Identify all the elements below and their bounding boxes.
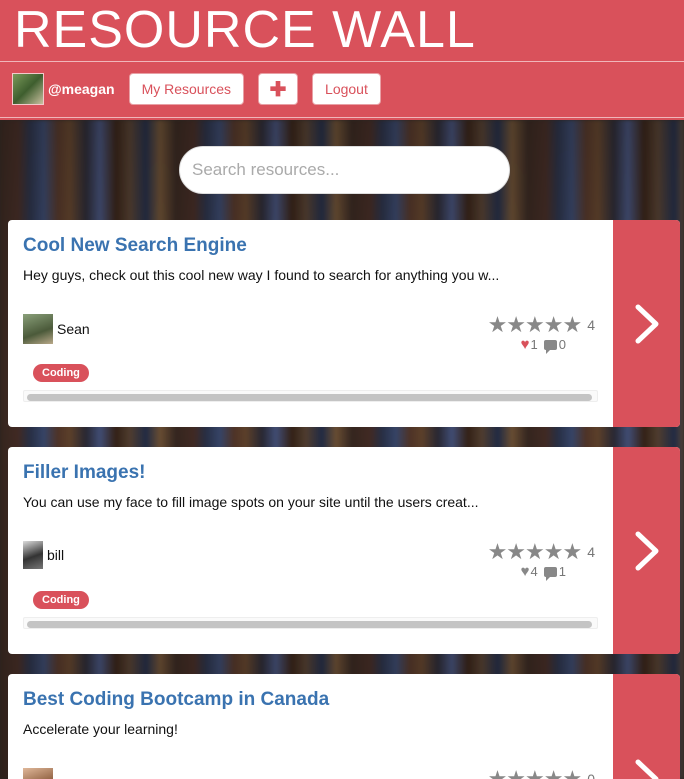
author-name: bill	[47, 547, 65, 563]
search-input[interactable]	[179, 146, 510, 194]
resource-card[interactable]: Cool New Search Engine Hey guys, check o…	[8, 220, 680, 427]
star-rating[interactable]: ★★★★★ 4	[488, 312, 595, 338]
resource-author	[23, 768, 57, 779]
resource-stats: ♥ 1 0	[521, 336, 566, 354]
user-handle[interactable]: @meagan	[48, 81, 115, 97]
resource-author: bill	[23, 541, 64, 569]
resource-card-body: Cool New Search Engine Hey guys, check o…	[8, 220, 613, 427]
my-resources-button[interactable]: My Resources	[128, 73, 245, 105]
resource-card-body: Filler Images! You can use my face to fi…	[8, 447, 613, 654]
chevron-right-icon	[635, 759, 658, 779]
author-avatar	[23, 768, 53, 779]
resource-title[interactable]: Filler Images!	[23, 462, 146, 484]
logout-button[interactable]: Logout	[312, 73, 381, 105]
resource-description: You can use my face to fill image spots …	[23, 494, 479, 510]
chevron-right-icon	[635, 531, 658, 570]
open-resource-button[interactable]	[613, 447, 680, 654]
star-rating[interactable]: ★★★★★ 0	[488, 766, 595, 779]
comment-count: 0	[558, 337, 566, 352]
resource-description: Hey guys, check out this cool new way I …	[23, 267, 500, 283]
resource-stats: ♥ 4 1	[521, 563, 566, 581]
category-tag[interactable]: Coding	[33, 364, 89, 382]
horizontal-scrollbar[interactable]	[23, 390, 598, 402]
header-divider-bottom	[0, 117, 684, 118]
star-rating[interactable]: ★★★★★ 4	[488, 539, 595, 565]
resource-title[interactable]: Cool New Search Engine	[23, 235, 247, 257]
resource-author: Sean	[23, 314, 90, 344]
heart-icon[interactable]: ♥	[521, 336, 530, 353]
rating-count: 4	[587, 317, 595, 333]
resource-card[interactable]: Filler Images! You can use my face to fi…	[8, 447, 680, 654]
scrollbar-thumb[interactable]	[27, 621, 592, 628]
resource-title[interactable]: Best Coding Bootcamp in Canada	[23, 689, 329, 711]
header-divider	[0, 61, 684, 62]
category-tag[interactable]: Coding	[33, 591, 89, 609]
user-nav: @meagan My Resources ✚ Logout	[12, 72, 395, 106]
scrollbar-thumb[interactable]	[27, 394, 592, 401]
like-count: 1	[530, 337, 538, 352]
open-resource-button[interactable]	[613, 220, 680, 427]
comment-icon[interactable]	[543, 339, 557, 354]
chevron-right-icon	[635, 304, 658, 343]
add-resource-button[interactable]: ✚	[258, 73, 299, 105]
like-count: 4	[530, 564, 538, 579]
resource-description: Accelerate your learning!	[23, 721, 178, 737]
site-header: RESOURCE WALL @meagan My Resources ✚ Log…	[0, 0, 684, 120]
site-title: RESOURCE WALL	[14, 1, 476, 59]
star-icons[interactable]: ★★★★★	[488, 539, 583, 565]
star-icons[interactable]: ★★★★★	[488, 766, 583, 779]
comment-count: 1	[558, 564, 566, 579]
open-resource-button[interactable]	[613, 674, 680, 779]
user-avatar[interactable]	[12, 73, 44, 105]
author-avatar	[23, 314, 53, 344]
resource-card[interactable]: Best Coding Bootcamp in Canada Accelerat…	[8, 674, 680, 779]
horizontal-scrollbar[interactable]	[23, 617, 598, 629]
heart-icon[interactable]: ♥	[521, 563, 530, 580]
author-name: Sean	[57, 321, 90, 337]
author-avatar	[23, 541, 43, 569]
star-icons[interactable]: ★★★★★	[488, 312, 583, 338]
rating-count: 4	[587, 544, 595, 560]
rating-count: 0	[587, 771, 595, 779]
comment-icon[interactable]	[543, 566, 557, 581]
resource-card-body: Best Coding Bootcamp in Canada Accelerat…	[8, 674, 613, 779]
